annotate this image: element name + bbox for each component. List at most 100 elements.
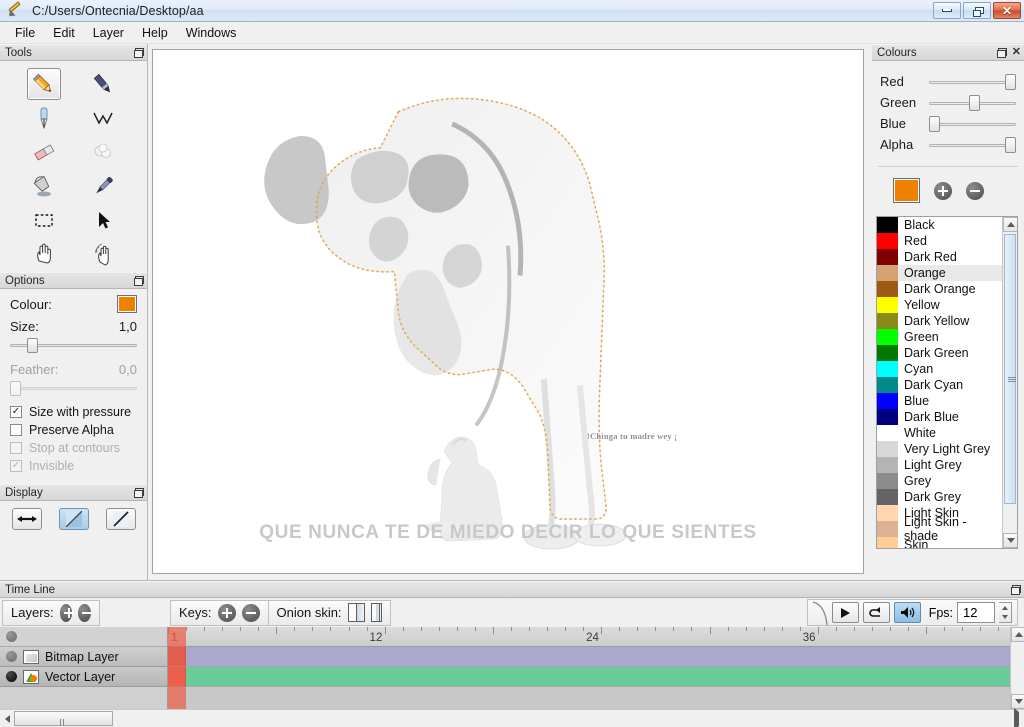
- palette-item[interactable]: Dark Grey: [877, 489, 1002, 505]
- palette-item[interactable]: Dark Blue: [877, 409, 1002, 425]
- play-button[interactable]: [831, 602, 859, 623]
- mirror-vertical-button[interactable]: [58, 508, 89, 530]
- current-colour-swatch[interactable]: [893, 178, 920, 203]
- palette-colour-chip: [877, 217, 898, 233]
- remove-colour-button[interactable]: [966, 181, 984, 200]
- palette-item[interactable]: Dark Cyan: [877, 377, 1002, 393]
- menu-windows[interactable]: Windows: [177, 24, 246, 42]
- tool-pencil[interactable]: [27, 68, 61, 100]
- visibility-icon[interactable]: [6, 631, 17, 642]
- palette-item[interactable]: Orange: [877, 265, 1002, 281]
- track-bitmap[interactable]: [168, 647, 1010, 667]
- tool-brush[interactable]: [86, 68, 120, 100]
- menu-file[interactable]: File: [6, 24, 44, 42]
- track-vector[interactable]: [168, 667, 1010, 687]
- remove-layer-button[interactable]: [78, 603, 92, 622]
- onion-skin-next-button[interactable]: [370, 603, 382, 622]
- palette-item[interactable]: Grey: [877, 473, 1002, 489]
- playhead[interactable]: [168, 627, 186, 709]
- close-button[interactable]: ✕: [993, 2, 1021, 19]
- angle-display-button[interactable]: [105, 508, 136, 530]
- visibility-toggle[interactable]: [6, 651, 17, 662]
- add-layer-button[interactable]: [59, 603, 74, 622]
- scrollbar-thumb[interactable]: [14, 711, 113, 726]
- scroll-up-button[interactable]: [1011, 627, 1024, 642]
- tool-smudge[interactable]: [86, 136, 120, 168]
- slider-alpha[interactable]: Alpha: [880, 134, 1016, 155]
- palette-item[interactable]: Dark Green: [877, 345, 1002, 361]
- tool-pen[interactable]: [27, 102, 61, 134]
- onion-skin-previous-button[interactable]: [347, 603, 365, 622]
- timeline-vertical-scrollbar[interactable]: [1010, 627, 1024, 709]
- maximize-button[interactable]: [963, 2, 991, 19]
- fps-input[interactable]: 12: [957, 602, 995, 623]
- feather-slider[interactable]: [10, 379, 137, 397]
- canvas-area[interactable]: !Chinga tu madre wey ¡ QUE NUNCA TE DE M…: [149, 44, 871, 580]
- frame-ruler[interactable]: 11224364860: [168, 627, 1010, 647]
- palette-item[interactable]: White: [877, 425, 1002, 441]
- palette-scrollbar[interactable]: [1002, 217, 1017, 548]
- float-icon[interactable]: [996, 47, 1007, 58]
- slider-red[interactable]: Red: [880, 71, 1016, 92]
- minimize-button[interactable]: [933, 2, 961, 19]
- checkbox-box[interactable]: ✓: [10, 406, 22, 418]
- palette-item[interactable]: Light Grey: [877, 457, 1002, 473]
- palette-item[interactable]: Dark Yellow: [877, 313, 1002, 329]
- palette-item[interactable]: Cyan: [877, 361, 1002, 377]
- visibility-toggle[interactable]: [6, 671, 17, 682]
- slider-blue[interactable]: Blue: [880, 113, 1016, 134]
- slider-green[interactable]: Green: [880, 92, 1016, 113]
- tool-move[interactable]: [86, 204, 120, 236]
- palette-item[interactable]: Blue: [877, 393, 1002, 409]
- float-icon[interactable]: [134, 275, 144, 286]
- add-key-button[interactable]: [217, 603, 236, 622]
- ruler-tick: [835, 627, 837, 631]
- float-icon[interactable]: [134, 487, 144, 498]
- scroll-right-button[interactable]: [1014, 708, 1019, 727]
- menu-help[interactable]: Help: [133, 24, 177, 42]
- menu-edit[interactable]: Edit: [44, 24, 84, 42]
- checkbox-box[interactable]: [10, 424, 22, 436]
- palette-item[interactable]: Yellow: [877, 297, 1002, 313]
- float-icon[interactable]: [1011, 584, 1021, 595]
- add-colour-button[interactable]: [934, 181, 952, 200]
- float-icon[interactable]: [134, 47, 144, 58]
- tool-select[interactable]: [27, 204, 61, 236]
- tool-polyline[interactable]: [86, 102, 120, 134]
- fps-stepper[interactable]: [999, 602, 1012, 623]
- mirror-horizontal-button[interactable]: [11, 508, 42, 530]
- palette-item[interactable]: Black: [877, 217, 1002, 233]
- tool-eyedropper[interactable]: [86, 170, 120, 202]
- colour-swatch-button[interactable]: [117, 295, 137, 313]
- scroll-down-button[interactable]: [1003, 533, 1017, 548]
- checkbox-preserve-alpha[interactable]: Preserve Alpha: [10, 423, 137, 437]
- remove-key-button[interactable]: [241, 603, 260, 622]
- timeline-tracks[interactable]: 11224364860: [168, 627, 1010, 709]
- drawing-canvas[interactable]: !Chinga tu madre wey ¡ QUE NUNCA TE DE M…: [152, 49, 864, 574]
- scroll-left-button[interactable]: [0, 711, 14, 727]
- tool-clear[interactable]: [86, 238, 120, 270]
- palette-colour-label: White: [904, 426, 936, 440]
- sound-button[interactable]: [893, 602, 921, 623]
- palette-item[interactable]: Green: [877, 329, 1002, 345]
- palette-item[interactable]: Dark Red: [877, 249, 1002, 265]
- layer-row-vector[interactable]: Vector Layer: [0, 667, 167, 687]
- close-icon[interactable]: ✕: [1012, 47, 1021, 58]
- palette-item[interactable]: Light Skin - shade: [877, 515, 1002, 543]
- tool-bucket[interactable]: [27, 170, 61, 202]
- menu-layer[interactable]: Layer: [84, 24, 133, 42]
- checkbox-size-with-pressure[interactable]: ✓ Size with pressure: [10, 405, 137, 419]
- scroll-down-button[interactable]: [1011, 694, 1024, 709]
- palette-item[interactable]: Red: [877, 233, 1002, 249]
- size-slider[interactable]: [10, 336, 137, 354]
- palette-list[interactable]: Black Red Dark Red Orange Dark Orange Yellow D…: [876, 216, 1018, 549]
- scroll-up-button[interactable]: [1003, 217, 1017, 232]
- palette-item[interactable]: Very Light Grey: [877, 441, 1002, 457]
- tool-eraser[interactable]: [27, 136, 61, 168]
- loop-button[interactable]: [862, 602, 890, 623]
- layer-row-bitmap[interactable]: Bitmap Layer: [0, 647, 167, 667]
- palette-item[interactable]: Dark Orange: [877, 281, 1002, 297]
- timeline-horizontal-scrollbar[interactable]: [0, 708, 1024, 727]
- scrollbar-thumb[interactable]: [1004, 234, 1016, 504]
- tool-hand[interactable]: [27, 238, 61, 270]
